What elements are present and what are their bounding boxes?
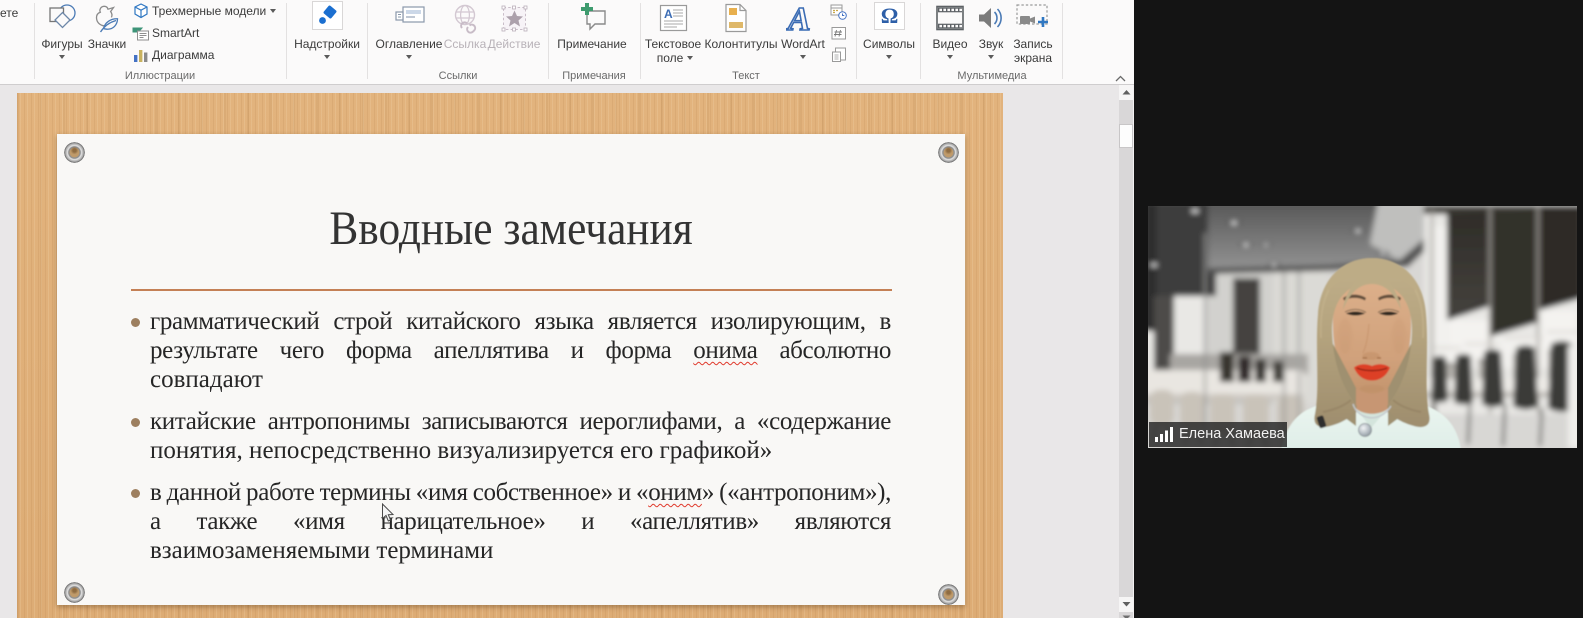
svg-text:А: А — [664, 7, 673, 21]
svg-text:A: A — [786, 3, 811, 34]
